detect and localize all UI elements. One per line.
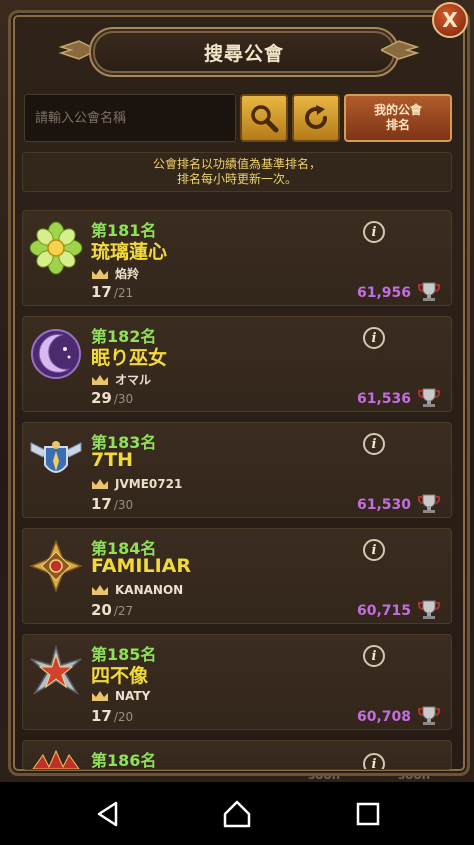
leader-name: KANANON (115, 583, 184, 597)
guild-card[interactable]: 第184名 FAMILIAR KANANON 20/27 i 60,715 (22, 528, 452, 624)
guild-leader: 焰羚 (91, 265, 139, 282)
member-count: 17/30 (91, 495, 133, 513)
back-icon[interactable] (94, 800, 122, 828)
trophy-icon (418, 600, 440, 619)
member-max: /20 (113, 710, 134, 724)
guild-leader: オマル (91, 371, 151, 388)
crown-icon (92, 585, 108, 595)
guild-leader: NATY (91, 689, 150, 703)
my-guild-rank-label: 排名 (385, 118, 410, 132)
guild-name: 琉璃蓮心 (91, 241, 168, 263)
crown-icon (92, 268, 108, 279)
guild-score: 61,956 (356, 285, 411, 301)
member-current: 20 (91, 601, 112, 619)
leader-name: 焰羚 (115, 267, 140, 281)
member-count: 20/27 (91, 601, 133, 619)
info-icon[interactable]: i (363, 221, 385, 243)
member-current: 29 (91, 389, 112, 407)
guild-name-search-input[interactable] (24, 94, 236, 142)
title-plate: 搜尋公會 (89, 27, 399, 77)
member-max: /30 (113, 498, 134, 512)
leader-name: オマル (115, 373, 152, 387)
guild-score: 60,715 (356, 603, 411, 619)
close-button[interactable]: X (432, 2, 468, 38)
trophy-icon (418, 388, 440, 407)
member-max: /27 (113, 604, 134, 618)
member-count: 17/20 (91, 707, 133, 725)
member-count: 29/30 (91, 389, 133, 407)
guild-card[interactable]: 第181名 琉璃蓮心 焰羚 17/21 i 61,956 (22, 210, 452, 306)
member-max: /30 (113, 392, 134, 406)
guild-card[interactable]: 第186名 i (22, 740, 452, 770)
home-icon[interactable] (223, 800, 251, 828)
winged-shield-emblem-icon (30, 441, 82, 473)
trophy-icon (418, 706, 440, 725)
guild-name: 四不像 (91, 665, 149, 687)
leader-name: NATY (115, 689, 151, 703)
gold-cross-emblem-icon (29, 539, 83, 593)
member-current: 17 (91, 495, 112, 513)
member-max: /21 (113, 286, 134, 300)
moon-emblem-icon (31, 329, 81, 379)
guild-score: 61,536 (356, 391, 411, 407)
info-icon[interactable]: i (363, 753, 385, 769)
my-guild-rank-label: 我的公會 (373, 103, 422, 117)
close-icon: X (442, 8, 458, 32)
guild-leader: JVME0721 (91, 477, 182, 491)
flower-emblem-icon (29, 221, 83, 275)
info-icon[interactable]: i (363, 327, 385, 349)
guild-name: 7TH (91, 449, 134, 471)
crown-emblem-icon (32, 749, 80, 769)
member-count: 17/21 (91, 283, 133, 301)
trophy-icon (418, 494, 440, 513)
notice-text: 公會排名以功績值為基準排名， (152, 157, 321, 171)
recent-apps-icon[interactable] (354, 800, 382, 828)
my-guild-rank-button[interactable]: 我的公會 排名 (344, 94, 452, 142)
crown-icon (92, 479, 108, 489)
member-current: 17 (91, 707, 112, 725)
guild-rank: 第186名 (91, 751, 157, 770)
guild-score: 61,530 (356, 497, 411, 513)
trophy-icon (418, 282, 440, 301)
refresh-button[interactable] (292, 94, 340, 142)
guild-name: 眠り巫女 (91, 347, 168, 369)
guild-name: FAMILIAR (91, 555, 191, 577)
page-title: 搜尋公會 (203, 42, 284, 65)
guild-card[interactable]: 第182名 眠り巫女 オマル 29/30 i 61,536 (22, 316, 452, 412)
notice-text: 排名每小時更新一次。 (176, 172, 297, 186)
star-emblem-icon (30, 645, 82, 696)
ranking-notice: 公會排名以功績值為基準排名， 排名每小時更新一次。 (22, 152, 452, 192)
guild-card[interactable]: 第185名 四不像 NATY 17/20 i 60,708 (22, 634, 452, 730)
search-icon (251, 105, 279, 133)
right-wing-ornament-icon (381, 40, 420, 60)
crown-icon (92, 691, 108, 701)
info-icon[interactable]: i (363, 539, 385, 561)
guild-score: 60,708 (356, 709, 411, 725)
guild-leader: KANANON (91, 583, 183, 597)
leader-name: JVME0721 (115, 477, 183, 491)
info-icon[interactable]: i (363, 645, 385, 667)
info-icon[interactable]: i (363, 433, 385, 455)
search-button[interactable] (240, 94, 288, 142)
guild-card[interactable]: 第183名 7TH JVME0721 17/30 i 61,530 (22, 422, 452, 518)
member-current: 17 (91, 283, 112, 301)
android-nav-bar (0, 782, 474, 845)
refresh-icon (305, 105, 327, 129)
crown-icon (92, 374, 108, 385)
